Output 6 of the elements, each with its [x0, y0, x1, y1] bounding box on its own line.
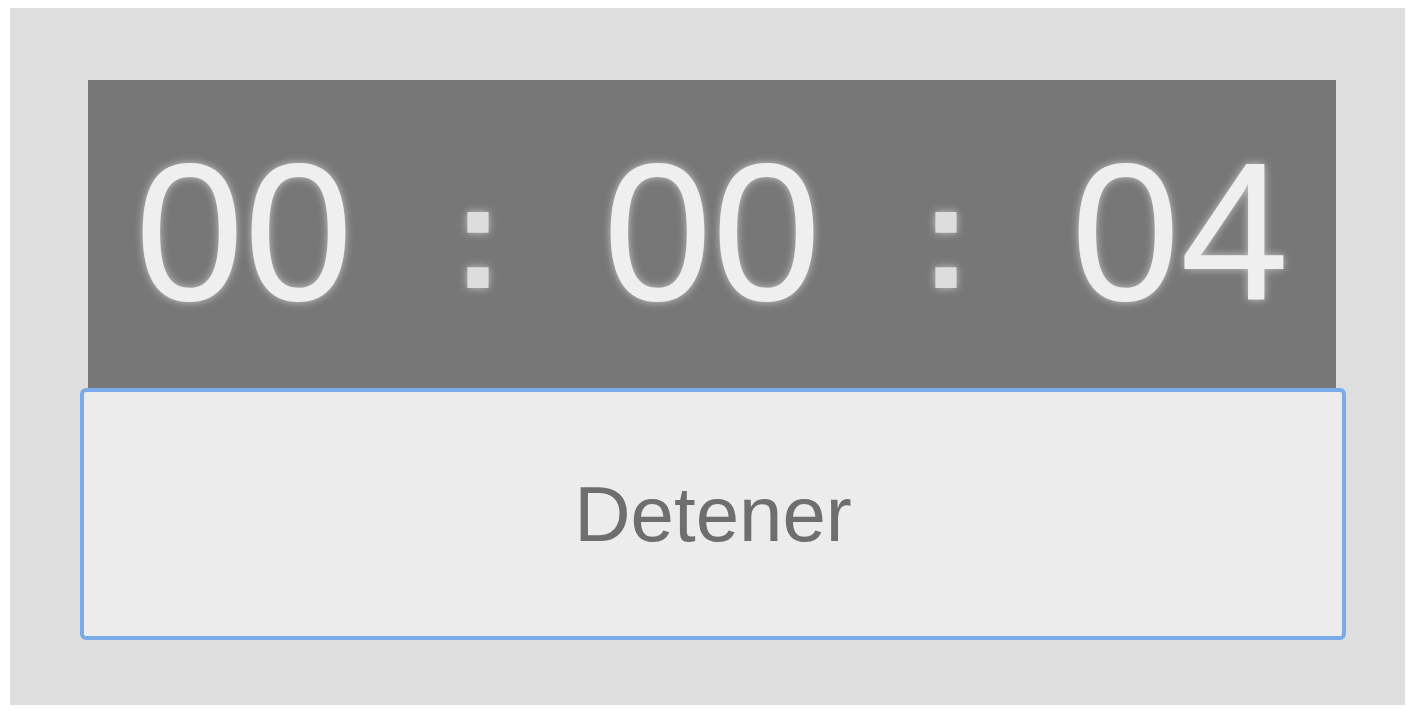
time-digits: 00 — [603, 135, 821, 337]
time-separator: : — [453, 161, 503, 311]
stop-button[interactable]: Detener — [80, 388, 1346, 640]
time-digits: 04 — [1070, 135, 1289, 337]
time-separator: : — [921, 161, 971, 311]
time-digits: 00 — [135, 135, 354, 337]
